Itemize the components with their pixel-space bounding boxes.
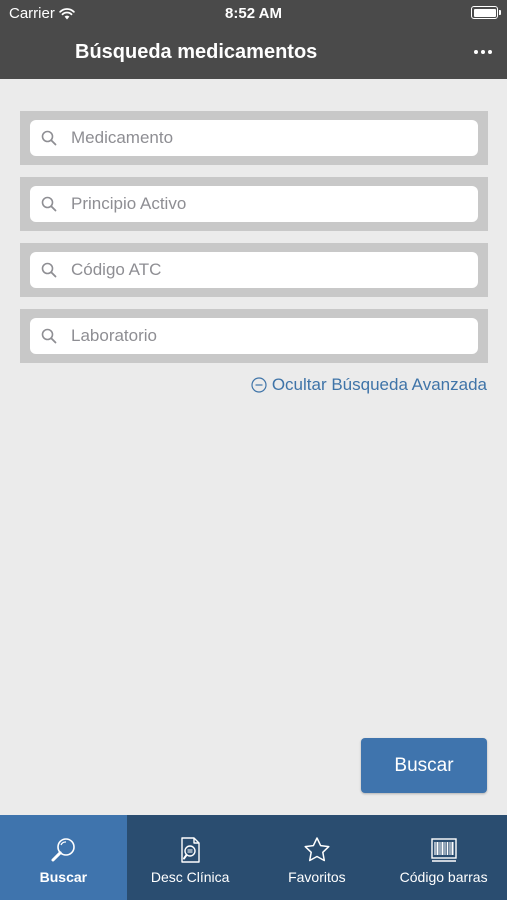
- barcode-icon: [430, 838, 457, 862]
- tab-buscar[interactable]: Buscar: [0, 815, 127, 900]
- laboratorio-search-field[interactable]: [30, 318, 478, 354]
- ellipsis-icon: [481, 50, 485, 54]
- codigo-atc-search-field[interactable]: [30, 252, 478, 288]
- search-icon: [41, 130, 57, 146]
- tab-bar: Buscar Desc Clínica Favoritos Código bar…: [0, 815, 507, 900]
- tab-desc-clinica[interactable]: Desc Clínica: [127, 815, 254, 900]
- battery-fill: [473, 8, 496, 17]
- status-bar: Carrier 8:52 AM: [0, 0, 507, 28]
- search-icon: [41, 328, 57, 344]
- search-form: Ocultar Búsqueda Avanzada Buscar: [0, 79, 507, 815]
- laboratorio-search-row: [20, 309, 488, 363]
- medicamento-search-field[interactable]: [30, 120, 478, 156]
- ellipsis-icon: [474, 50, 478, 54]
- principio-activo-search-row: [20, 177, 488, 231]
- tab-codigo-barras-label: Código barras: [399, 869, 488, 885]
- status-time: 8:52 AM: [225, 5, 282, 22]
- hide-advanced-search-label: Ocultar Búsqueda Avanzada: [271, 375, 487, 394]
- search-icon: [41, 262, 57, 278]
- magnifier-icon: [51, 838, 76, 862]
- page-title: Búsqueda medicamentos: [75, 41, 318, 63]
- more-options-button[interactable]: [469, 38, 497, 66]
- battery-icon: [471, 6, 501, 19]
- codigo-atc-input[interactable]: [71, 252, 468, 288]
- medicamento-search-row: [20, 111, 488, 165]
- ellipsis-icon: [488, 50, 492, 54]
- tab-buscar-label: Buscar: [39, 869, 88, 885]
- search-icon: [41, 196, 57, 212]
- tab-favoritos-label: Favoritos: [288, 869, 346, 885]
- tab-desc-clinica-label: Desc Clínica: [150, 869, 230, 885]
- principio-activo-input[interactable]: [71, 186, 468, 222]
- tab-favoritos[interactable]: Favoritos: [254, 815, 381, 900]
- search-button[interactable]: Buscar: [361, 738, 487, 793]
- navigation-bar: Búsqueda medicamentos: [0, 28, 507, 79]
- laboratorio-input[interactable]: [71, 318, 468, 354]
- principio-activo-search-field[interactable]: [30, 186, 478, 222]
- hide-advanced-search-link[interactable]: Ocultar Búsqueda Avanzada: [251, 375, 487, 395]
- medicamento-input[interactable]: [71, 120, 468, 156]
- clinical-document-icon: [181, 837, 200, 863]
- codigo-atc-search-row: [20, 243, 488, 297]
- minus-circle-icon: [251, 377, 267, 393]
- tab-codigo-barras[interactable]: Código barras: [380, 815, 507, 900]
- star-icon: [304, 837, 330, 862]
